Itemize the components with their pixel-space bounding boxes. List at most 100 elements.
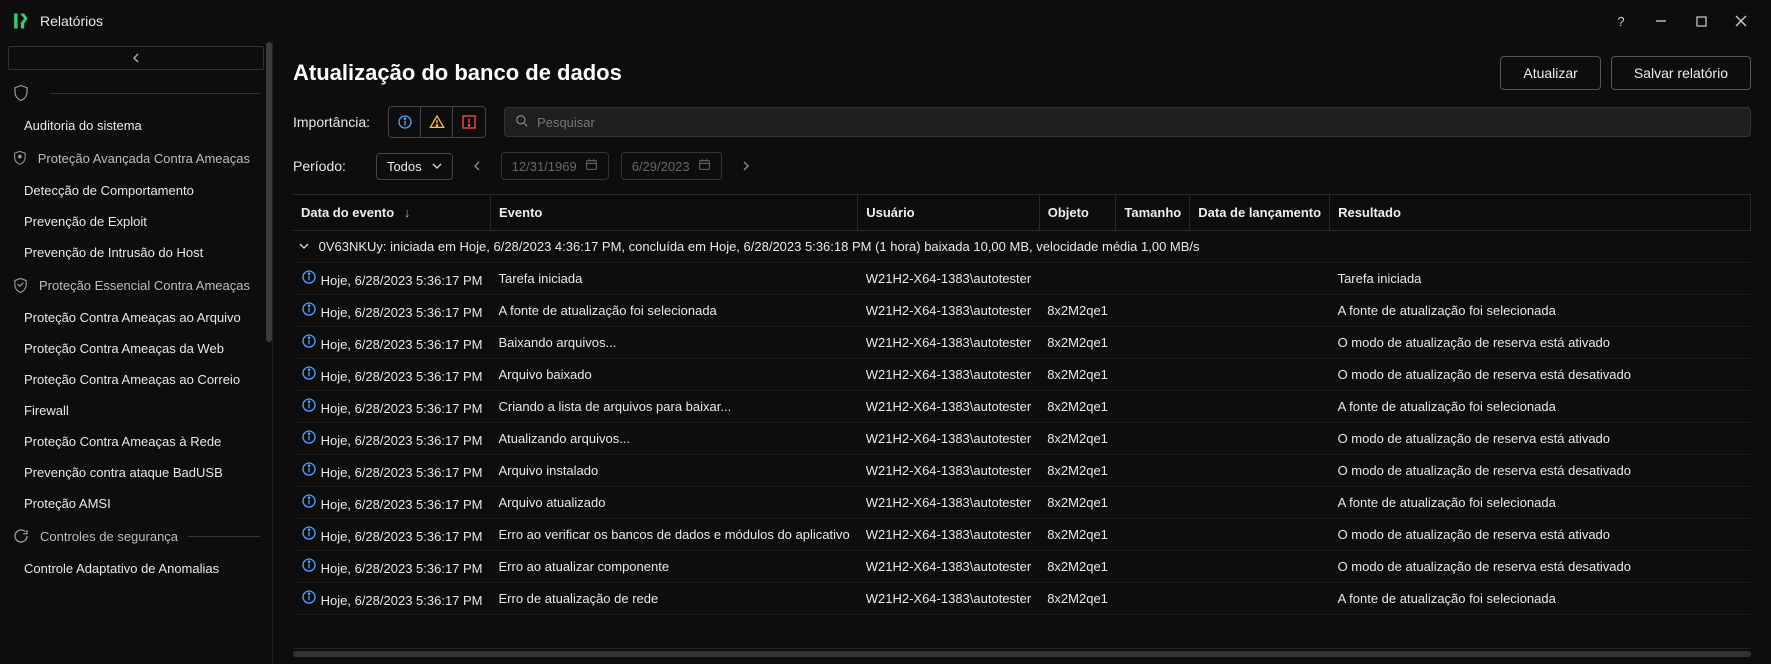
col-user[interactable]: Usuário [858,195,1039,231]
cell-event: Atualizando arquivos... [491,423,858,455]
date-from-value: 12/31/1969 [512,159,577,174]
importance-critical-button[interactable] [453,107,485,137]
cell-result: O modo de atualização de reserva está de… [1330,455,1751,487]
sidebar-item[interactable]: Prevenção contra ataque BadUSB [0,457,272,488]
search-box[interactable] [504,107,1751,137]
date-from-box[interactable]: 12/31/1969 [501,152,609,180]
sidebar-section-label: Controles de segurança [40,529,178,544]
table-row[interactable]: Hoje, 6/28/2023 5:36:17 PMCriando a list… [293,391,1751,423]
period-select[interactable]: Todos [376,153,453,180]
horizontal-scrollbar[interactable] [293,648,1751,658]
sidebar-scrollbar[interactable] [266,42,272,342]
cell-user: W21H2-X64-1383\autotester [858,327,1039,359]
cell-event: Criando a lista de arquivos para baixar.… [491,391,858,423]
col-size[interactable]: Tamanho [1116,195,1190,231]
cell-event: Arquivo atualizado [491,487,858,519]
cell-object: 8x2M2qe1 [1039,359,1116,391]
sidebar-item[interactable]: Proteção Contra Ameaças da Web [0,333,272,364]
cell-date: Hoje, 6/28/2023 5:36:17 PM [321,433,483,448]
col-object[interactable]: Objeto [1039,195,1116,231]
col-date[interactable]: Data do evento ↓ [293,195,491,231]
period-next-button[interactable] [734,154,758,178]
importance-warning-button[interactable] [421,107,453,137]
table-row[interactable]: Hoje, 6/28/2023 5:36:17 PMBaixando arqui… [293,327,1751,359]
sidebar-item[interactable]: Auditoria do sistema [0,110,272,141]
period-prev-button[interactable] [465,154,489,178]
update-button[interactable]: Atualizar [1500,56,1600,90]
cell-date: Hoje, 6/28/2023 5:36:17 PM [321,465,483,480]
table-row[interactable]: Hoje, 6/28/2023 5:36:17 PMErro de atuali… [293,583,1751,615]
cell-object: 8x2M2qe1 [1039,391,1116,423]
cell-result: A fonte de atualização foi selecionada [1330,583,1751,615]
cell-size [1116,295,1190,327]
table-row[interactable]: Hoje, 6/28/2023 5:36:17 PMErro ao verifi… [293,519,1751,551]
save-report-button[interactable]: Salvar relatório [1611,56,1751,90]
sidebar-section-label: Proteção Avançada Contra Ameaças [38,151,250,166]
col-release[interactable]: Data de lançamento [1190,195,1330,231]
chevron-down-icon [432,159,442,174]
col-result[interactable]: Resultado [1330,195,1751,231]
table-row[interactable]: Hoje, 6/28/2023 5:36:17 PMErro ao atuali… [293,551,1751,583]
table-row[interactable]: Hoje, 6/28/2023 5:36:17 PMTarefa iniciad… [293,263,1751,295]
table-row[interactable]: Hoje, 6/28/2023 5:36:17 PM Arquivo atuali… [293,487,1751,519]
period-select-value: Todos [387,159,422,174]
cell-user: W21H2-X64-1383\autotester [858,583,1039,615]
sidebar-item[interactable]: Firewall [0,395,272,426]
cell-size [1116,551,1190,583]
sidebar-item[interactable]: Proteção AMSI [0,488,272,519]
sidebar-section-essential: Proteção Essencial Contra Ameaças [0,268,272,302]
cell-object: 8x2M2qe1 [1039,295,1116,327]
close-button[interactable] [1721,3,1761,39]
cell-event: Erro ao verificar os bancos de dados e m… [491,519,858,551]
sidebar-collapse-button[interactable] [8,46,264,70]
sidebar-item[interactable]: Proteção Contra Ameaças à Rede [0,426,272,457]
minimize-button[interactable] [1641,3,1681,39]
cell-size [1116,487,1190,519]
cell-size [1116,263,1190,295]
search-input[interactable] [537,115,1740,130]
sidebar-section-label: Proteção Essencial Contra Ameaças [39,278,250,293]
sidebar-item[interactable]: Proteção Contra Ameaças ao Arquivo [0,302,272,333]
cell-user: W21H2-X64-1383\autotester [858,295,1039,327]
sidebar-item[interactable]: Detecção de Comportamento [0,175,272,206]
sidebar-section-advanced: Proteção Avançada Contra Ameaças [0,141,272,175]
cell-release [1190,455,1330,487]
cell-result: O modo de atualização de reserva está at… [1330,423,1751,455]
table-row[interactable]: Hoje, 6/28/2023 5:36:17 PMA fonte de atu… [293,295,1751,327]
sidebar-item[interactable]: Proteção Contra Ameaças ao Correio [0,364,272,395]
table-row[interactable]: Hoje, 6/28/2023 5:36:17 PMArquivo baixad… [293,359,1751,391]
search-icon [515,114,529,131]
cell-release [1190,519,1330,551]
sidebar-item[interactable]: Prevenção de Exploit [0,206,272,237]
cell-size [1116,327,1190,359]
shield-essential-icon [12,276,29,294]
cell-release [1190,327,1330,359]
refresh-icon [12,527,30,545]
group-summary: 0V63NKUy: iniciada em Hoje, 6/28/2023 4:… [319,239,1200,254]
cell-date: Hoje, 6/28/2023 5:36:17 PM [321,369,483,384]
help-button[interactable]: ? [1601,3,1641,39]
cell-object: 8x2M2qe1 [1039,327,1116,359]
cell-size [1116,359,1190,391]
cell-user: W21H2-X64-1383\autotester [858,423,1039,455]
cell-event: Baixando arquivos... [491,327,858,359]
cell-release [1190,263,1330,295]
sidebar-item[interactable]: Controle Adaptativo de Anomalias [0,553,272,584]
importance-info-button[interactable] [389,107,421,137]
cell-date: Hoje, 6/28/2023 5:36:17 PM [321,497,483,512]
date-to-box[interactable]: 6/29/2023 [621,152,722,180]
col-event[interactable]: Evento [491,195,858,231]
sidebar-item[interactable]: Prevenção de Intrusão do Host [0,237,272,268]
cell-size [1116,423,1190,455]
cell-result: A fonte de atualização foi selecionada [1330,391,1751,423]
info-icon [301,461,317,477]
importance-label: Importância: [293,114,370,130]
table-group-row[interactable]: 0V63NKUy: iniciada em Hoje, 6/28/2023 4:… [293,231,1751,263]
maximize-button[interactable] [1681,3,1721,39]
cell-release [1190,551,1330,583]
importance-filter-group [388,106,486,138]
cell-result: O modo de atualização de reserva está at… [1330,327,1751,359]
table-row[interactable]: Hoje, 6/28/2023 5:36:17 PMArquivo instal… [293,455,1751,487]
table-row[interactable]: Hoje, 6/28/2023 5:36:17 PM Atualizando ar… [293,423,1751,455]
cell-event: A fonte de atualização foi selecionada [491,295,858,327]
